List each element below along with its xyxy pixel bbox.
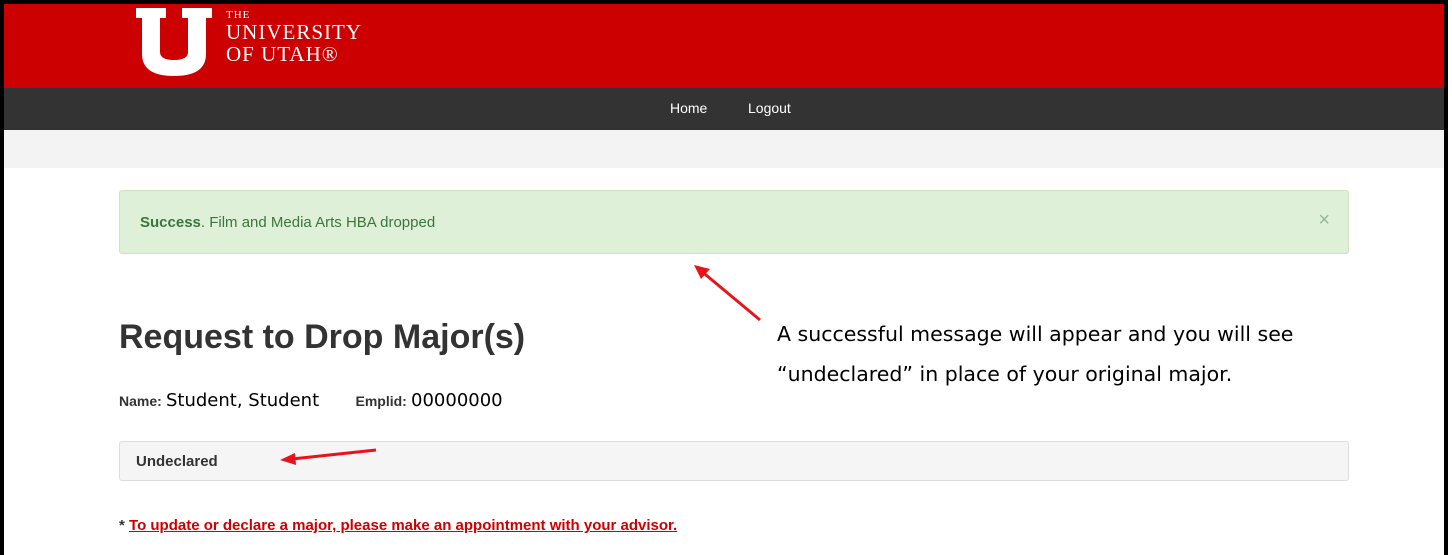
alert-body: . Film and Media Arts HBA dropped xyxy=(200,214,436,231)
university-wordmark[interactable]: THE UNIVERSITY OF UTAH® xyxy=(226,8,362,65)
subheader-bar xyxy=(4,130,1444,168)
annotation-callout-text: A successful message will appear and you… xyxy=(777,322,1294,386)
emplid-label: Emplid xyxy=(355,393,403,409)
success-alert: Success. Film and Media Arts HBA dropped… xyxy=(119,190,1349,254)
nav-logout-link[interactable]: Logout xyxy=(748,100,791,116)
brand-header: THE UNIVERSITY OF UTAH® xyxy=(4,4,1444,88)
major-value: Undeclared xyxy=(136,453,218,470)
footnote-star: * xyxy=(119,517,130,534)
alert-strong: Success xyxy=(140,214,201,231)
top-navbar: Home Logout xyxy=(4,88,1444,130)
logo-university: UNIVERSITY xyxy=(226,20,362,44)
nav-home-link[interactable]: Home xyxy=(670,100,707,116)
emplid-value: 00000000 xyxy=(411,390,503,411)
page-title: Request to Drop Major(s) xyxy=(119,318,526,356)
student-info-row: Name: Student, Student Emplid: 00000000 xyxy=(119,390,503,411)
footnote: * To update or declare a major, please m… xyxy=(119,517,677,534)
name-value: Student, Student xyxy=(165,390,320,411)
alert-message: Success. Film and Media Arts HBA dropped xyxy=(140,214,435,231)
name-label: Name xyxy=(119,393,158,409)
arrow-icon-to-alert xyxy=(694,265,761,322)
university-u-logo-icon xyxy=(136,8,212,76)
logo-of-utah: OF UTAH® xyxy=(226,42,339,66)
close-icon[interactable]: × xyxy=(1318,209,1330,232)
advisor-appointment-link[interactable]: To update or declare a major, please mak… xyxy=(129,517,677,534)
arrow-icon-to-major xyxy=(280,448,377,465)
